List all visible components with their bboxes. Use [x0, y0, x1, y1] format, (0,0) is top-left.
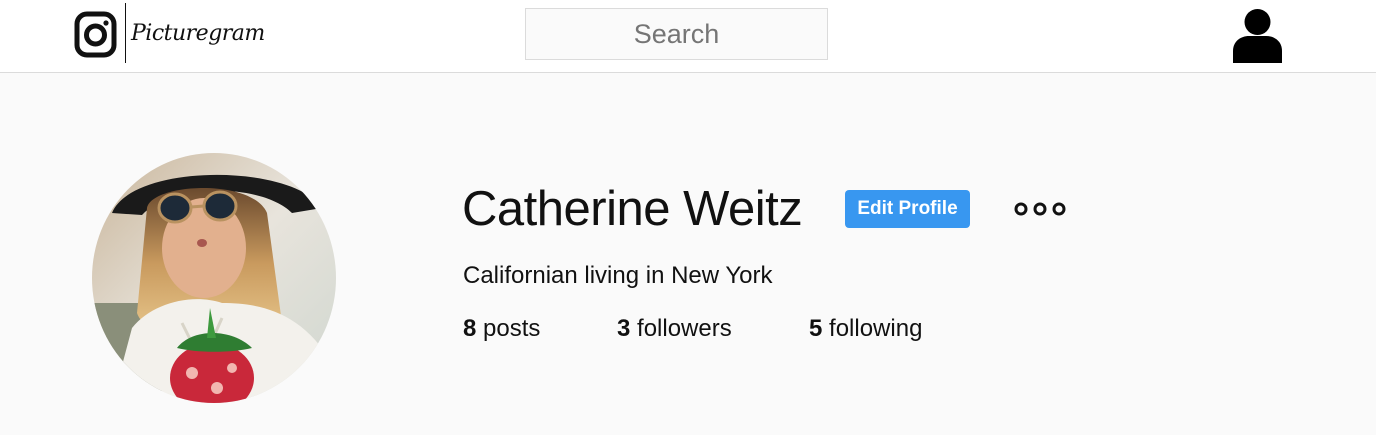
- profile-bio: Californian living in New York: [463, 262, 773, 289]
- search-input[interactable]: [525, 8, 828, 60]
- stat-count: 8: [463, 315, 477, 342]
- stat-label: following: [829, 315, 923, 342]
- logo-divider: [125, 3, 126, 63]
- more-options-icon[interactable]: [1013, 200, 1068, 218]
- camera-icon[interactable]: [74, 11, 117, 58]
- top-navigation-bar: Picturegram: [0, 0, 1376, 73]
- following-count[interactable]: 5 following: [809, 315, 922, 343]
- stat-label: followers: [637, 315, 732, 342]
- app-logo-wordmark[interactable]: Picturegram: [131, 21, 265, 61]
- user-icon[interactable]: [1231, 7, 1284, 63]
- posts-count[interactable]: 8 posts: [463, 315, 540, 343]
- profile-name: Catherine Weitz: [462, 182, 803, 236]
- edit-profile-button[interactable]: Edit Profile: [845, 190, 970, 228]
- followers-count[interactable]: 3 followers: [617, 315, 732, 343]
- stat-count: 3: [617, 315, 631, 342]
- avatar[interactable]: [92, 153, 336, 403]
- stat-count: 5: [809, 315, 823, 342]
- stat-label: posts: [483, 315, 541, 342]
